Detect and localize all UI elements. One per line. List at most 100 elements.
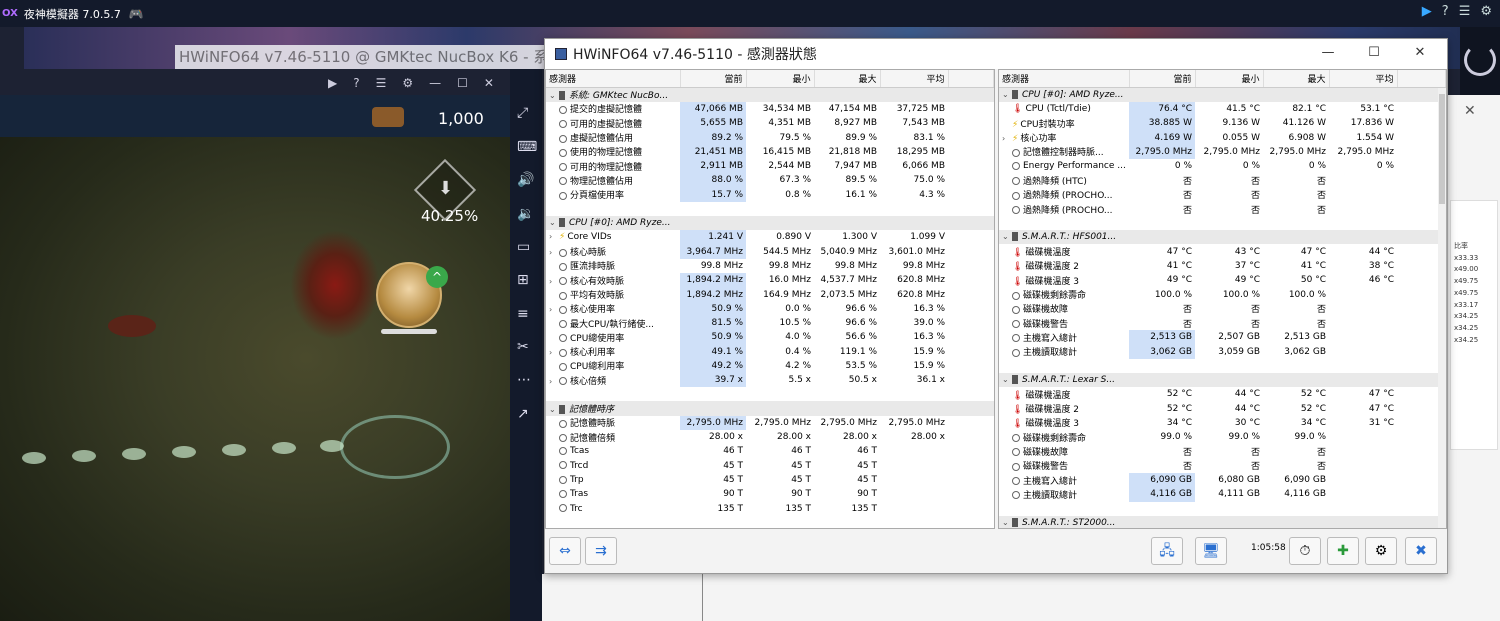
settings-icon[interactable]: ⚙	[1365, 537, 1397, 565]
keyboard-icon[interactable]: ⌨	[517, 139, 537, 155]
sensor-row[interactable]: 磁碟機故障 否 否 否	[999, 444, 1446, 458]
help-icon[interactable]: ?	[353, 76, 359, 90]
close-icon[interactable]: ✖	[1405, 537, 1437, 565]
sensor-row[interactable]: › ⚡ Core VIDs 1.241 V 0.890 V 1.300 V 1.099 V	[546, 230, 994, 245]
sensor-row[interactable]: 磁碟機剩餘壽命 99.0 % 99.0 % 99.0 %	[999, 430, 1446, 444]
settings-icon[interactable]: ⚙	[402, 76, 413, 90]
maximize-icon[interactable]: ☐	[1351, 39, 1397, 67]
settings-icon[interactable]: ⚙	[1480, 4, 1492, 19]
background-window-title[interactable]: HWiNFO64 v7.46-5110 @ GMKtec NucBox K6 -…	[175, 45, 547, 69]
column-header-max[interactable]: 最大	[1263, 70, 1330, 88]
column-header-avg[interactable]: 平均	[880, 70, 949, 88]
sensor-row[interactable]: 平均有效時脈 1,894.2 MHz 164.9 MHz 2,073.5 MHz 620…	[546, 287, 994, 302]
sensor-group-row[interactable]: ⌄ S.M.A.R.T.: ST2000...	[999, 515, 1446, 528]
sensor-row[interactable]: › 核心倍頻 39.7 x 5.5 x 50.5 x 36.1 x	[546, 373, 994, 388]
collapse-arrow-icon[interactable]: ⌄	[1002, 518, 1012, 527]
sensor-row[interactable]: 主機寫入總計 2,513 GB 2,507 GB 2,513 GB	[999, 330, 1446, 345]
collapse-arrow-icon[interactable]: ⌄	[549, 405, 559, 414]
minimize-icon[interactable]: —	[1305, 39, 1351, 67]
sensor-row[interactable]: 可用的物理記憶體 2,911 MB 2,544 MB 7,947 MB 6,066 MB	[546, 158, 994, 174]
navigate-left-right-icon[interactable]: ⇔	[549, 537, 581, 565]
menu-icon[interactable]: ☰	[376, 76, 387, 90]
sensor-row[interactable]: 使用的物理記憶體 21,451 MB 16,415 MB 21,818 MB 18,29…	[546, 144, 994, 159]
sensor-row[interactable]: 記憶體倍頻 28.00 x 28.00 x 28.00 x 28.00 x	[546, 430, 994, 444]
sensor-row[interactable]: Trcd 45 T 45 T 45 T	[546, 459, 994, 473]
column-header-avg[interactable]: 平均	[1329, 70, 1398, 88]
sensor-row[interactable]: 物理記憶體佔用 88.0 % 67.3 % 89.5 % 75.0 %	[546, 173, 994, 188]
multi-instance-icon[interactable]: ≡	[517, 306, 529, 322]
column-header-current[interactable]: 當前	[1129, 70, 1196, 88]
close-icon[interactable]: ✕	[484, 76, 494, 90]
menu-icon[interactable]: ☰	[1459, 4, 1471, 19]
sensor-row[interactable]: 🌡 磁碟機溫度 2 41 °C 37 °C 41 °C 38 °C	[999, 259, 1446, 273]
install-apk-icon[interactable]: ⊞	[517, 272, 529, 288]
close-icon[interactable]: ✕	[1464, 103, 1476, 119]
sensor-group-row[interactable]: ⌄ S.M.A.R.T.: HFS001...	[999, 230, 1446, 245]
sensor-row[interactable]: 過熱降頻 (PROCHO... 否 否 否	[999, 202, 1446, 216]
screen-icon[interactable]: ▭	[517, 239, 530, 255]
sensor-row[interactable]: Tcas 46 T 46 T 46 T	[546, 444, 994, 458]
sensor-row[interactable]: ⚡ CPU封裝功率 38.885 W 9.136 W 41.126 W 17.836 W	[999, 116, 1446, 131]
sensor-row[interactable]: 🌡 磁碟機溫度 52 °C 44 °C 52 °C 47 °C	[999, 387, 1446, 401]
sensor-row[interactable]: 匯流排時脈 99.8 MHz 99.8 MHz 99.8 MHz 99.8 MHz	[546, 259, 994, 273]
play-icon[interactable]: ▶	[328, 76, 337, 90]
sensor-row[interactable]: › 核心使用率 50.9 % 0.0 % 96.6 % 16.3 %	[546, 301, 994, 316]
sensor-row[interactable]: Energy Performance ... 0 % 0 % 0 % 0 %	[999, 159, 1446, 173]
sensor-row[interactable]: Tras 90 T 90 T 90 T	[546, 487, 994, 501]
sensor-row[interactable]: 磁碟機警告 否 否 否	[999, 459, 1446, 473]
collapse-arrow-icon[interactable]: ⌄	[1002, 375, 1012, 384]
sensor-row[interactable]: 🌡 CPU (Tctl/Tdie) 76.4 °C 41.5 °C 82.1 °C 53.…	[999, 101, 1446, 117]
minimize-icon[interactable]: —	[429, 76, 441, 90]
sensor-row[interactable]: Trc 135 T 135 T 135 T	[546, 502, 994, 516]
help-icon[interactable]: ?	[1442, 4, 1449, 19]
collapse-arrow-icon[interactable]: ⌄	[549, 91, 559, 100]
sensor-row[interactable]: › 核心有效時脈 1,894.2 MHz 16.0 MHz 4,537.7 MHz 620…	[546, 273, 994, 288]
sensor-row[interactable]: 提交的虛擬記憶體 47,066 MB 34,534 MB 47,154 MB 37,72…	[546, 101, 994, 117]
external-link-icon[interactable]: ↗	[517, 406, 529, 422]
sensor-row[interactable]: › 核心利用率 49.1 % 0.4 % 119.1 % 15.9 %	[546, 344, 994, 359]
sensor-row[interactable]: Trp 45 T 45 T 45 T	[546, 473, 994, 487]
sensor-row[interactable]: 過熱降頻 (HTC) 否 否 否	[999, 173, 1446, 187]
expand-arrow-icon[interactable]: ›	[549, 305, 559, 314]
close-icon[interactable]: ✕	[1397, 39, 1443, 67]
navigate-expand-icon[interactable]: ⇉	[585, 537, 617, 565]
expand-arrow-icon[interactable]: ›	[549, 348, 559, 357]
gamepad-icon[interactable]: 🎮	[129, 7, 144, 21]
scissors-icon[interactable]: ✂	[517, 339, 529, 355]
add-log-icon[interactable]: ✚	[1327, 537, 1359, 565]
sensor-row[interactable]: 過熱降頻 (PROCHO... 否 否 否	[999, 188, 1446, 202]
sensor-group-row[interactable]: ⌄ CPU [#0]: AMD Ryze...	[546, 215, 994, 231]
collapse-arrow-icon[interactable]: ⌄	[549, 218, 559, 227]
volume-up-icon[interactable]: 🔊	[517, 172, 534, 188]
column-header-min[interactable]: 最小	[746, 70, 815, 88]
expand-arrow-icon[interactable]: ›	[549, 377, 559, 386]
sensor-row[interactable]: 分頁檔使用率 15.7 % 0.8 % 16.1 % 4.3 %	[546, 187, 994, 202]
collapse-arrow-icon[interactable]: ⌄	[1002, 232, 1012, 241]
play-icon[interactable]: ▶	[1422, 4, 1432, 19]
column-header-sensor[interactable]: 感測器	[999, 70, 1130, 88]
sensor-row[interactable]: CPU總使用率 50.9 % 4.0 % 56.6 % 16.3 %	[546, 330, 994, 345]
collapse-arrow-icon[interactable]: ⌄	[1002, 90, 1012, 99]
column-header-min[interactable]: 最小	[1195, 70, 1264, 88]
sensor-row[interactable]: › ⚡ 核心功率 4.169 W 0.055 W 6.908 W 1.554 W	[999, 130, 1446, 145]
sensor-row[interactable]: 磁碟機故障 否 否 否	[999, 302, 1446, 316]
sensor-row[interactable]: 🌡 磁碟機溫度 47 °C 43 °C 47 °C 44 °C	[999, 244, 1446, 259]
sensor-row[interactable]: 🌡 磁碟機溫度 3 34 °C 30 °C 34 °C 31 °C	[999, 416, 1446, 430]
sensor-row[interactable]: 記憶體控制器時脈... 2,795.0 MHz 2,795.0 MHz 2,795.0…	[999, 144, 1446, 159]
column-header-sensor[interactable]: 感測器	[546, 70, 681, 88]
monitor-icon[interactable]: 🖥	[1195, 537, 1227, 565]
more-icon[interactable]: ⋯	[517, 372, 531, 388]
sensor-row[interactable]: 可用的虛擬記憶體 5,655 MB 4,351 MB 8,927 MB 7,543 MB	[546, 116, 994, 131]
sensor-group-row[interactable]: ⌄ 系統: GMKtec NucBo...	[546, 87, 994, 102]
expand-arrow-icon[interactable]: ›	[549, 277, 559, 286]
sensor-row[interactable]: 記憶體時脈 2,795.0 MHz 2,795.0 MHz 2,795.0 MHz 2,…	[546, 415, 994, 431]
column-header-max[interactable]: 最大	[814, 70, 881, 88]
expand-arrow-icon[interactable]: ›	[549, 248, 559, 257]
sensor-group-row[interactable]: ⌄ 記憶體時序	[546, 401, 994, 416]
sensor-row[interactable]: CPU總利用率 49.2 % 4.2 % 53.5 % 15.9 %	[546, 358, 994, 374]
power-icon[interactable]	[1464, 44, 1496, 76]
network-icon[interactable]: 🖧	[1151, 537, 1183, 565]
scrollbar-thumb[interactable]	[1439, 94, 1445, 204]
sensor-row[interactable]: 🌡 磁碟機溫度 2 52 °C 44 °C 52 °C 47 °C	[999, 401, 1446, 416]
clock-icon[interactable]: ⏱	[1289, 537, 1321, 565]
